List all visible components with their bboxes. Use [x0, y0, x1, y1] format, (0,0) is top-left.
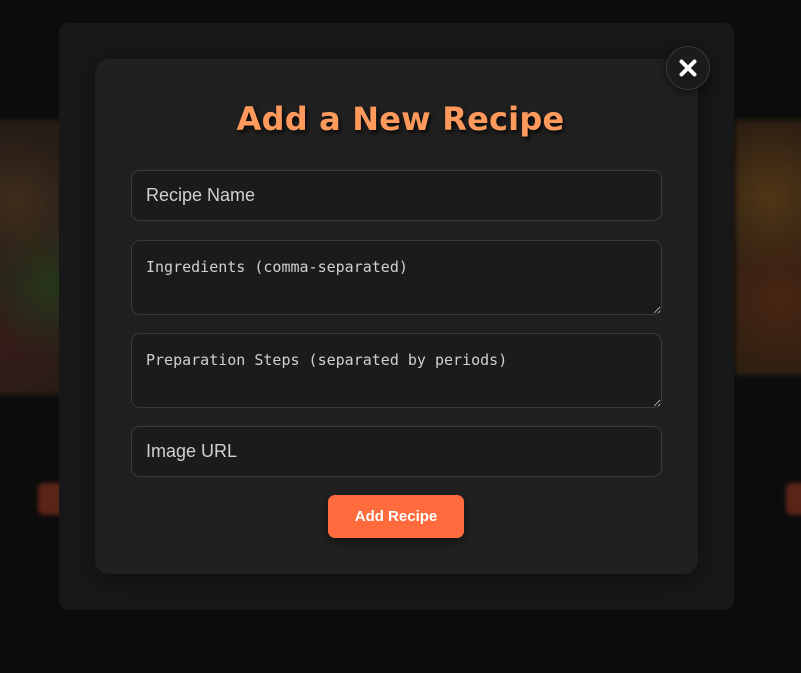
background-button [786, 483, 801, 515]
preparation-steps-textarea[interactable] [131, 333, 662, 408]
close-modal-button[interactable] [666, 46, 710, 90]
modal-title: Add a New Recipe [236, 100, 565, 138]
add-recipe-button[interactable]: Add Recipe [328, 495, 464, 538]
close-icon [679, 59, 697, 77]
background-recipe-card [735, 120, 801, 375]
recipe-name-input[interactable] [131, 170, 662, 221]
ingredients-textarea[interactable] [131, 240, 662, 315]
image-url-input[interactable] [131, 426, 662, 477]
page: Add a New Recipe Add Recipe [0, 0, 801, 673]
